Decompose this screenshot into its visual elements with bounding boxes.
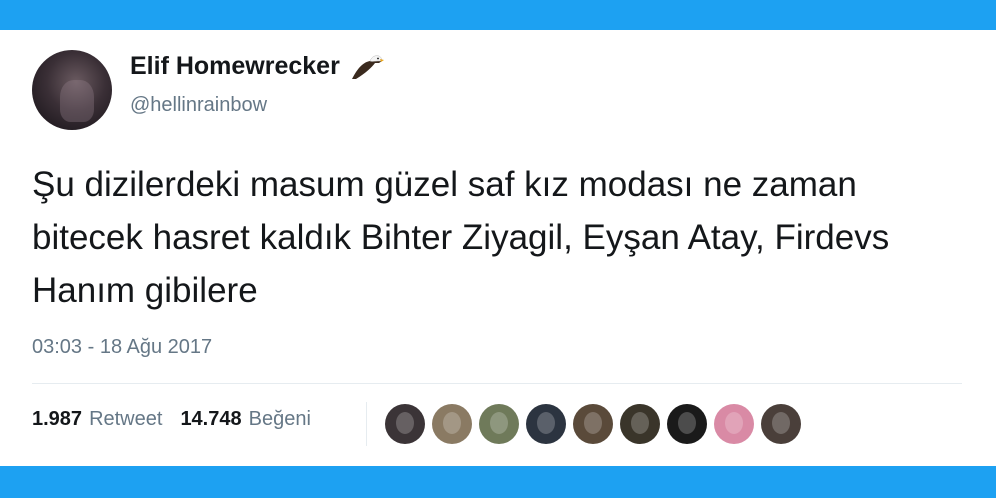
author-row: Elif Homewrecker: [130, 52, 384, 81]
like-label[interactable]: Beğeni: [249, 408, 311, 431]
display-name[interactable]: Elif Homewrecker: [130, 52, 340, 81]
liker-avatar[interactable]: [385, 404, 425, 444]
timestamp[interactable]: 03:03 - 18 Ağu 2017: [32, 336, 212, 359]
liker-avatar[interactable]: [479, 404, 519, 444]
stats-separator: [366, 402, 367, 446]
stats-row: 1.987 Retweet 14.748 Beğeni: [32, 408, 329, 431]
top-accent-bar: [0, 0, 996, 30]
tweet-card: Elif Homewrecker @hellinrainbow Şu dizil…: [0, 30, 996, 466]
like-count[interactable]: 14.748: [180, 408, 241, 431]
retweet-count[interactable]: 1.987: [32, 408, 82, 431]
liker-avatar[interactable]: [432, 404, 472, 444]
liker-avatar[interactable]: [526, 404, 566, 444]
liker-avatar[interactable]: [620, 404, 660, 444]
bottom-accent-bar: [0, 466, 996, 498]
handle[interactable]: @hellinrainbow: [130, 94, 267, 117]
liker-avatar[interactable]: [667, 404, 707, 444]
liker-avatar[interactable]: [573, 404, 613, 444]
eagle-icon: [350, 53, 384, 81]
liker-avatars: [385, 404, 808, 444]
liker-avatar[interactable]: [761, 404, 801, 444]
tweet-text: Şu dizilerdeki masum güzel saf kız modas…: [32, 165, 890, 310]
divider: [32, 383, 962, 384]
liker-avatar[interactable]: [714, 404, 754, 444]
avatar[interactable]: [32, 50, 112, 130]
retweet-label[interactable]: Retweet: [89, 408, 162, 431]
